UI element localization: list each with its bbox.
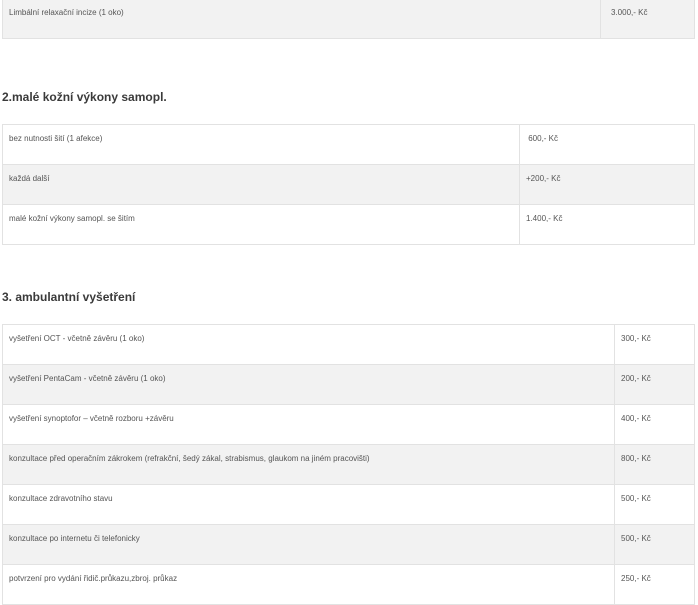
service-name: každá další [2, 164, 520, 205]
table-row: malé kožní výkony samopl. se šitím 1.400… [2, 204, 695, 245]
service-price: +200,- Kč [519, 164, 695, 205]
service-name: vyšetření OCT - včetně závěru (1 oko) [2, 324, 615, 365]
price-table-limbal: Limbální relaxační incize (1 oko) 3.000,… [2, 0, 695, 39]
price-table-skin-procedures: bez nutnosti šití (1 afekce) 600,- Kč ka… [2, 124, 695, 245]
table-row: konzultace před operačním zákrokem (refr… [2, 444, 695, 485]
service-price: 400,- Kč [614, 404, 695, 445]
table-row: vyšetření PentaCam - včetně závěru (1 ok… [2, 364, 695, 405]
service-price: 500,- Kč [614, 524, 695, 565]
service-price: 1.400,- Kč [519, 204, 695, 245]
table-row: vyšetření OCT - včetně závěru (1 oko) 30… [2, 324, 695, 365]
service-price: 500,- Kč [614, 484, 695, 525]
table-row: konzultace zdravotního stavu 500,- Kč [2, 484, 695, 525]
service-price: 3.000,- Kč [600, 0, 695, 39]
service-name: vyšetření PentaCam - včetně závěru (1 ok… [2, 364, 615, 405]
table-row: bez nutnosti šití (1 afekce) 600,- Kč [2, 124, 695, 165]
table-row: potvrzení pro vydání řidič.průkazu,zbroj… [2, 564, 695, 605]
service-price: 250,- Kč [614, 564, 695, 605]
service-name: vyšetření synoptofor – včetně rozboru +z… [2, 404, 615, 445]
section-heading-ambulatory-exams: 3. ambulantní vyšetření [2, 290, 136, 304]
table-row: Limbální relaxační incize (1 oko) 3.000,… [2, 0, 695, 39]
service-name: potvrzení pro vydání řidič.průkazu,zbroj… [2, 564, 615, 605]
table-row: vyšetření synoptofor – včetně rozboru +z… [2, 404, 695, 445]
service-name: konzultace zdravotního stavu [2, 484, 615, 525]
table-row: každá další +200,- Kč [2, 164, 695, 205]
service-price: 300,- Kč [614, 324, 695, 365]
service-name: malé kožní výkony samopl. se šitím [2, 204, 520, 245]
service-name: konzultace před operačním zákrokem (refr… [2, 444, 615, 485]
service-name: bez nutnosti šití (1 afekce) [2, 124, 520, 165]
service-price: 600,- Kč [519, 124, 695, 165]
price-table-ambulatory-exams: vyšetření OCT - včetně závěru (1 oko) 30… [2, 324, 695, 605]
service-name: konzultace po internetu či telefonicky [2, 524, 615, 565]
service-price: 800,- Kč [614, 444, 695, 485]
section-heading-skin-procedures: 2.malé kožní výkony samopl. [2, 90, 167, 104]
table-row: konzultace po internetu či telefonicky 5… [2, 524, 695, 565]
service-name: Limbální relaxační incize (1 oko) [2, 0, 601, 39]
service-price: 200,- Kč [614, 364, 695, 405]
